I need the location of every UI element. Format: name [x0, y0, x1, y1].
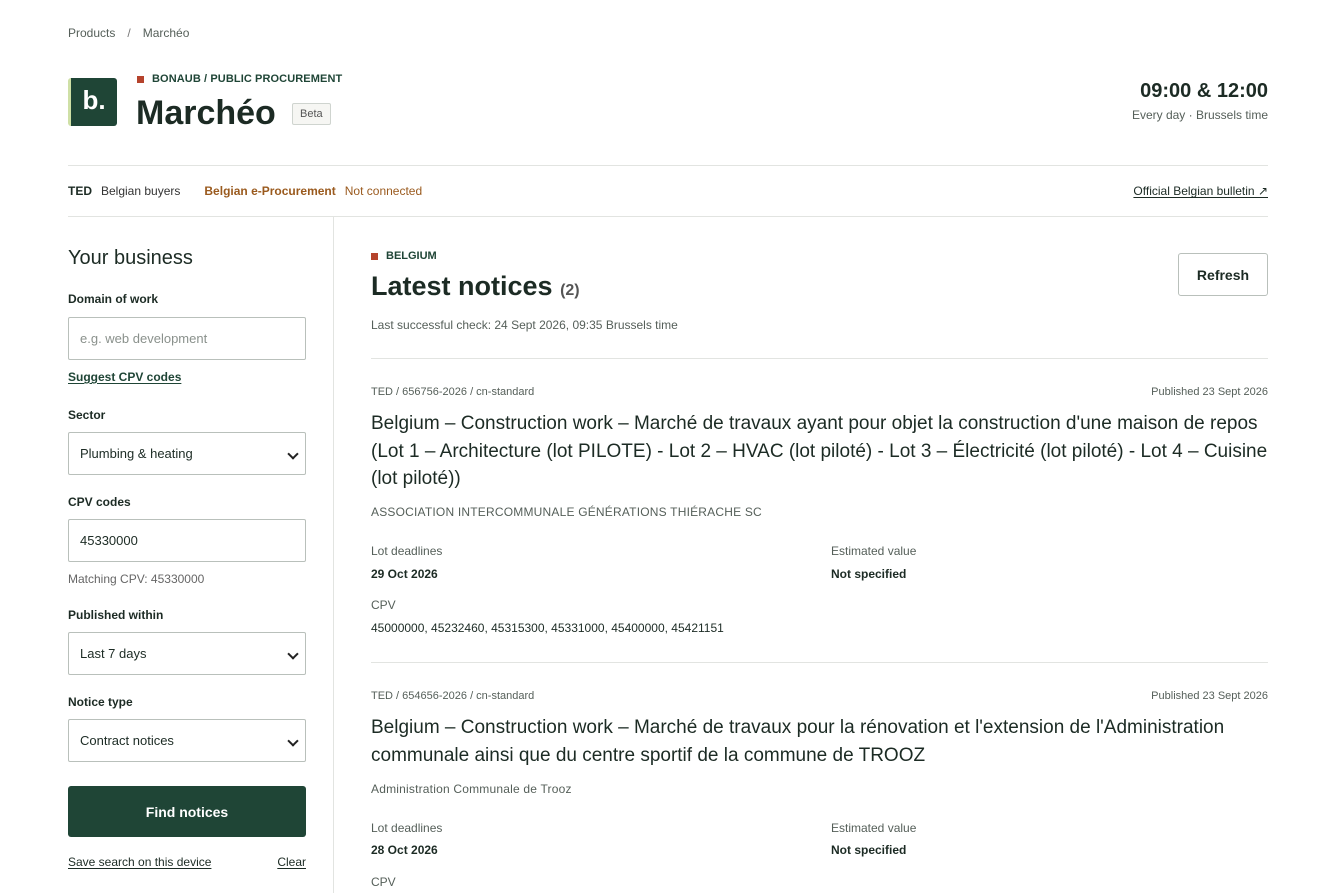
eproc-status: Not connected: [344, 184, 423, 198]
notice-card: TED / 656756-2026 / cn-standard Publishe…: [371, 358, 1268, 662]
value-value: Not specified: [831, 843, 907, 857]
header-kicker-text: BONAUB / PUBLIC PROCUREMENT: [152, 73, 343, 85]
published-select[interactable]: Last 7 days: [68, 632, 306, 675]
sector-select-value: Plumbing & heating: [80, 446, 193, 461]
breadcrumb-products[interactable]: Products: [68, 26, 115, 40]
domain-label: Domain of work: [68, 292, 159, 306]
notice-title[interactable]: Belgium – Construction work – Marché de …: [371, 714, 1268, 769]
deadline-value: 28 Oct 2026: [371, 843, 438, 857]
value-label: Estimated value: [831, 544, 917, 558]
beta-badge: Beta: [292, 103, 331, 125]
schedule-subtitle: Every day · Brussels time: [1131, 108, 1268, 122]
app-logo: b.: [68, 78, 117, 126]
clear-link[interactable]: Clear: [277, 855, 306, 869]
domain-input[interactable]: e.g. web development: [68, 317, 306, 360]
cpv-list-label: CPV: [371, 875, 396, 889]
deadline-label: Lot deadlines: [371, 821, 443, 835]
refresh-button[interactable]: Refresh: [1178, 253, 1268, 296]
header-kicker: BONAUB / PUBLIC PROCUREMENT: [137, 73, 342, 85]
schedule: 09:00 & 12:00 Every day · Brussels time: [1132, 80, 1268, 122]
notice-published: Published 23 Sept 2026: [1151, 386, 1268, 398]
sector-label: Sector: [68, 408, 106, 422]
sidebar-heading: Your business: [68, 247, 193, 269]
notice-card: TED / 654656-2026 / cn-standard Publishe…: [371, 662, 1268, 893]
ted-value: Belgian buyers: [101, 184, 181, 198]
deadline-label: Lot deadlines: [371, 544, 443, 558]
suggest-cpv-link[interactable]: Suggest CPV codes: [68, 370, 308, 384]
published-label: Published within: [68, 608, 164, 622]
last-check-text: Last successful check: 24 Sept 2026, 09:…: [371, 318, 678, 332]
country-kicker: BELGIUM: [371, 250, 437, 262]
save-search-link[interactable]: Save search on this device: [68, 855, 211, 869]
notice-buyer: ASSOCIATION INTERCOMMUNALE GÉNÉRATIONS T…: [371, 505, 762, 519]
notice-published: Published 23 Sept 2026: [1151, 690, 1268, 702]
breadcrumb-separator: /: [127, 26, 131, 40]
red-square-icon: [137, 75, 144, 83]
published-select-value: Last 7 days: [80, 646, 147, 661]
notice-buyer: Administration Communale de Trooz: [371, 782, 572, 796]
cpv-label: CPV codes: [68, 495, 131, 509]
breadcrumb: Products / Marchéo: [68, 26, 189, 40]
type-label: Notice type: [68, 695, 133, 709]
cpv-list-label: CPV: [371, 598, 396, 612]
page-title: Marchéo: [136, 94, 276, 132]
eproc-label: Belgian e-Procurement: [204, 184, 336, 198]
notices-title: Latest notices (2): [371, 271, 580, 302]
source-status-bar: TED Belgian buyers Belgian e-Procurement…: [68, 165, 1268, 217]
sidebar-footer: Save search on this device Clear: [68, 855, 306, 869]
sidebar-divider: [333, 217, 334, 893]
cpv-hint: Matching CPV: 45330000: [68, 572, 205, 586]
country-kicker-text: BELGIUM: [386, 250, 437, 262]
find-notices-button[interactable]: Find notices: [68, 786, 306, 837]
type-select-value: Contract notices: [80, 733, 174, 748]
type-select[interactable]: Contract notices: [68, 719, 306, 762]
chevron-down-icon: [287, 648, 299, 660]
chevron-down-icon: [287, 448, 299, 460]
chevron-down-icon: [287, 735, 299, 747]
cpv-input[interactable]: 45330000: [68, 519, 306, 562]
sidebar-filters: Your business Domain of work e.g. web de…: [68, 217, 308, 869]
ted-label: TED: [68, 184, 92, 198]
sector-select[interactable]: Plumbing & heating: [68, 432, 306, 475]
notice-title[interactable]: Belgium – Construction work – Marché de …: [371, 410, 1268, 493]
notices-title-text: Latest notices: [371, 271, 553, 301]
notices-count: (2): [560, 282, 580, 299]
cpv-list-value: 45000000, 45232460, 45315300, 45331000, …: [371, 621, 724, 635]
value-value: Not specified: [831, 567, 907, 581]
official-bulletin-link[interactable]: Official Belgian bulletin ↗: [1133, 184, 1268, 198]
breadcrumb-current: Marchéo: [142, 26, 190, 40]
schedule-time: 09:00 & 12:00: [1140, 80, 1268, 102]
notice-meta: TED / 654656-2026 / cn-standard: [371, 690, 535, 702]
red-square-icon: [371, 252, 378, 260]
deadline-value: 29 Oct 2026: [371, 567, 438, 581]
value-label: Estimated value: [831, 821, 917, 835]
notice-meta: TED / 656756-2026 / cn-standard: [371, 386, 535, 398]
